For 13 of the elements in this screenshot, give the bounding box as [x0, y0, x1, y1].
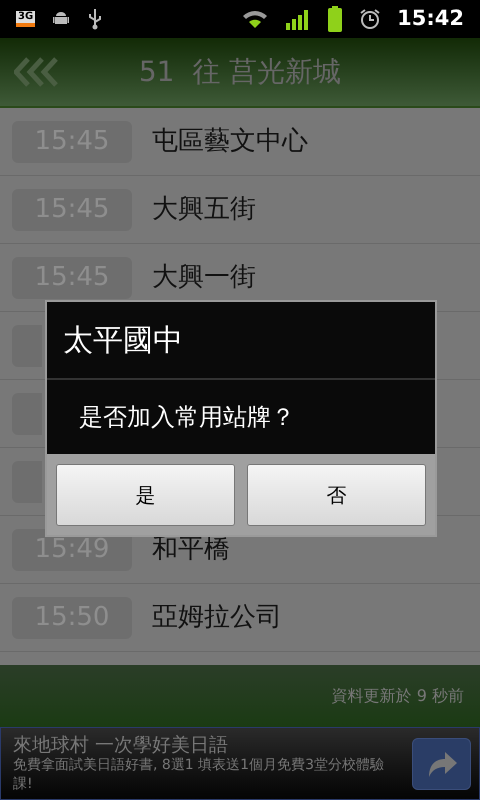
stop-name: 屯區藝文中心 [152, 125, 308, 158]
ad-headline: 來地球村 一次學好美日語 [13, 734, 230, 756]
stop-name: 大興五街 [152, 193, 256, 226]
stop-name: 和平橋 [152, 533, 230, 566]
update-status: 資料更新於 9 秒前 [332, 685, 464, 707]
route-title: 51 往 莒光新城 [138, 54, 342, 90]
ad-text: 免費拿面試美日語好書, 8選1 填表送1個月免費3堂分校體驗課! [13, 756, 385, 794]
dialog-title: 太平國中 [63, 322, 183, 360]
stop-name: 大興一街 [152, 261, 256, 294]
clock-time: 15:42 [397, 5, 464, 32]
network-badge: 3G [16, 11, 36, 27]
stop-name: 亞姆拉公司 [152, 601, 282, 634]
dialog-message: 是否加入常用站牌？ [79, 402, 295, 433]
